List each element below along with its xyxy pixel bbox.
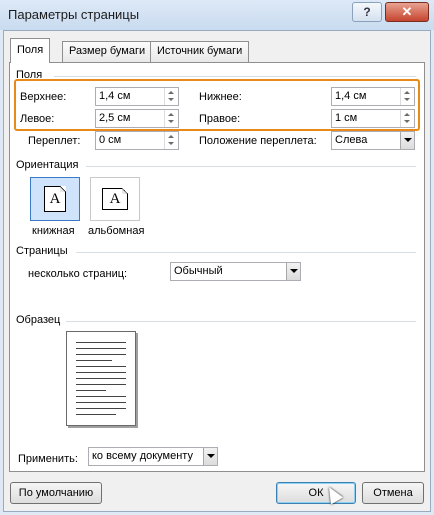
landscape-label[interactable]: альбомная: [88, 225, 144, 237]
portrait-label[interactable]: книжная: [32, 225, 75, 237]
preview-separator: [66, 321, 416, 322]
close-button[interactable]: ✕: [385, 2, 429, 22]
margins-group-label: Поля: [16, 69, 43, 81]
top-margin-spinner[interactable]: 1,4 см: [95, 87, 179, 106]
gutter-label: Переплет:: [28, 135, 81, 147]
portrait-page-icon: A: [44, 186, 66, 212]
spin-arrows-icon[interactable]: [400, 110, 414, 127]
default-button[interactable]: По умолчанию: [10, 482, 102, 504]
gutter-position-label: Положение переплета:: [199, 135, 317, 147]
orientation-separator: [86, 166, 416, 167]
right-margin-value[interactable]: 1 см: [335, 112, 357, 124]
gutter-position-select[interactable]: Слева: [331, 131, 415, 150]
left-margin-value[interactable]: 2,5 см: [99, 112, 130, 124]
pages-group-label: Страницы: [16, 245, 68, 257]
spin-arrows-icon[interactable]: [400, 88, 414, 105]
bottom-margin-label: Нижнее:: [199, 91, 242, 103]
spin-arrows-icon[interactable]: [164, 110, 178, 127]
dialog-body: Поля Размер бумаги Источник бумаги Поля …: [3, 30, 431, 512]
bottom-margin-value[interactable]: 1,4 см: [335, 90, 366, 102]
spin-arrows-icon[interactable]: [164, 132, 178, 149]
chevron-down-icon[interactable]: [203, 448, 217, 465]
landscape-button[interactable]: A: [90, 177, 140, 221]
portrait-button[interactable]: A: [30, 177, 80, 221]
cancel-button[interactable]: Отмена: [362, 482, 424, 504]
top-margin-value[interactable]: 1,4 см: [99, 90, 130, 102]
apply-to-select[interactable]: ко всему документу: [88, 447, 218, 466]
chevron-down-icon[interactable]: [400, 132, 414, 149]
multiple-pages-value[interactable]: Обычный: [174, 265, 223, 277]
left-margin-label: Левое:: [20, 113, 55, 125]
top-margin-label: Верхнее:: [20, 91, 67, 103]
bottom-margin-spinner[interactable]: 1,4 см: [331, 87, 415, 106]
multiple-pages-label: несколько страниц:: [28, 268, 128, 280]
spin-arrows-icon[interactable]: [164, 88, 178, 105]
margins-separator: [54, 76, 416, 77]
page-preview: [66, 331, 136, 426]
ok-button[interactable]: ОК: [276, 482, 356, 504]
left-margin-spinner[interactable]: 2,5 см: [95, 109, 179, 128]
apply-label: Применить:: [18, 453, 78, 465]
gutter-position-value[interactable]: Слева: [335, 134, 367, 146]
orientation-group-label: Ориентация: [16, 159, 79, 171]
window-title: Параметры страницы: [8, 7, 140, 22]
landscape-page-icon: A: [102, 188, 128, 210]
multiple-pages-select[interactable]: Обычный: [170, 262, 301, 281]
chevron-down-icon[interactable]: [286, 263, 300, 280]
gutter-spinner[interactable]: 0 см: [95, 131, 179, 150]
preview-group-label: Образец: [16, 314, 61, 326]
right-margin-label: Правое:: [199, 113, 241, 125]
gutter-value[interactable]: 0 см: [99, 134, 121, 146]
help-button[interactable]: ?: [352, 2, 382, 22]
apply-to-value[interactable]: ко всему документу: [92, 450, 193, 462]
pages-separator: [76, 252, 416, 253]
right-margin-spinner[interactable]: 1 см: [331, 109, 415, 128]
title-bar: Параметры страницы ? ✕: [0, 0, 434, 30]
